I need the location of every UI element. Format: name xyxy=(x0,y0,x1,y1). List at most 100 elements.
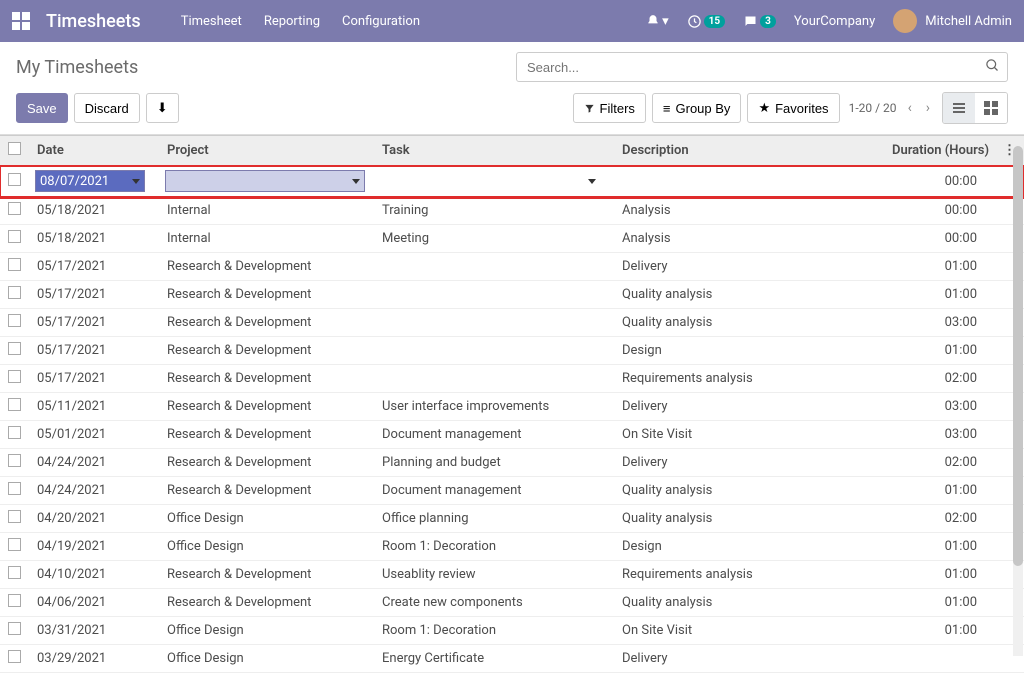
cell-date[interactable]: 05/17/2021 xyxy=(29,365,159,393)
cell-duration[interactable]: 00:00 xyxy=(835,225,995,253)
nav-reporting[interactable]: Reporting xyxy=(264,14,320,29)
cell-duration[interactable]: 01:00 xyxy=(835,561,995,589)
cell-description[interactable]: Requirements analysis xyxy=(614,561,835,589)
table-row[interactable]: 04/20/2021 Office Design Office planning… xyxy=(0,505,1024,533)
cell-description[interactable]: Quality analysis xyxy=(614,281,835,309)
cell-date[interactable]: 05/18/2021 xyxy=(29,225,159,253)
cell-duration[interactable]: 03:00 xyxy=(835,309,995,337)
cell-project[interactable]: Research & Development xyxy=(159,253,374,281)
favorites-button[interactable]: ★ Favorites xyxy=(747,93,839,123)
user-menu[interactable]: Mitchell Admin xyxy=(893,9,1012,33)
cell-project[interactable]: Office Design xyxy=(159,645,374,673)
apps-icon[interactable] xyxy=(12,12,30,30)
table-row[interactable]: 04/10/2021 Research & Development Useabl… xyxy=(0,561,1024,589)
cell-task[interactable]: Planning and budget xyxy=(374,449,614,477)
table-row[interactable]: 05/11/2021 Research & Development User i… xyxy=(0,393,1024,421)
cell-date[interactable]: 05/17/2021 xyxy=(29,281,159,309)
row-checkbox[interactable] xyxy=(8,230,21,243)
cell-description[interactable]: Requirements analysis xyxy=(614,365,835,393)
date-input[interactable]: 08/07/2021 xyxy=(35,170,145,192)
cell-duration[interactable]: 01:00 xyxy=(835,589,995,617)
project-input[interactable] xyxy=(165,170,365,192)
cell-description[interactable]: Design xyxy=(614,337,835,365)
cell-description[interactable]: Delivery xyxy=(614,449,835,477)
table-row[interactable]: 05/18/2021 Internal Training Analysis 00… xyxy=(0,197,1024,225)
cell-task[interactable]: Room 1: Decoration xyxy=(374,617,614,645)
description-input[interactable] xyxy=(614,166,835,197)
cell-description[interactable]: Design xyxy=(614,533,835,561)
row-checkbox[interactable] xyxy=(8,650,21,663)
table-row[interactable]: 04/24/2021 Research & Development Docume… xyxy=(0,477,1024,505)
cell-date[interactable]: 03/29/2021 xyxy=(29,645,159,673)
cell-description[interactable]: Quality analysis xyxy=(614,505,835,533)
discard-button[interactable]: Discard xyxy=(74,93,140,123)
cell-duration[interactable]: 03:00 xyxy=(835,421,995,449)
cell-task[interactable] xyxy=(374,337,614,365)
cell-date[interactable]: 04/20/2021 xyxy=(29,505,159,533)
pager-prev[interactable]: ‹ xyxy=(904,96,916,120)
cell-project[interactable]: Office Design xyxy=(159,505,374,533)
cell-duration[interactable] xyxy=(835,645,995,673)
row-checkbox[interactable] xyxy=(8,566,21,579)
table-row[interactable]: 03/31/2021 Office Design Room 1: Decorat… xyxy=(0,617,1024,645)
cell-duration[interactable]: 01:00 xyxy=(835,337,995,365)
cell-date[interactable]: 04/24/2021 xyxy=(29,449,159,477)
cell-description[interactable]: Delivery xyxy=(614,645,835,673)
filters-button[interactable]: Filters xyxy=(573,93,646,123)
cell-description[interactable]: Delivery xyxy=(614,393,835,421)
row-checkbox[interactable] xyxy=(8,482,21,495)
cell-duration[interactable]: 02:00 xyxy=(835,365,995,393)
save-button[interactable]: Save xyxy=(16,93,68,123)
scrollbar-thumb[interactable] xyxy=(1013,146,1023,566)
cell-project[interactable]: Research & Development xyxy=(159,561,374,589)
groupby-button[interactable]: ≡ Group By xyxy=(652,93,742,123)
download-button[interactable]: ⬇ xyxy=(146,93,179,123)
cell-duration[interactable]: 01:00 xyxy=(835,253,995,281)
cell-task[interactable]: Room 1: Decoration xyxy=(374,533,614,561)
table-row[interactable]: 05/17/2021 Research & Development Delive… xyxy=(0,253,1024,281)
cell-task[interactable]: Energy Certificate xyxy=(374,645,614,673)
cell-task[interactable]: Training xyxy=(374,197,614,225)
notifications-icon[interactable]: ▾ xyxy=(646,14,669,29)
cell-duration[interactable]: 01:00 xyxy=(835,533,995,561)
cell-project[interactable]: Research & Development xyxy=(159,365,374,393)
cell-task[interactable] xyxy=(374,253,614,281)
row-checkbox[interactable] xyxy=(8,286,21,299)
table-row[interactable]: 05/17/2021 Research & Development Design… xyxy=(0,337,1024,365)
cell-duration[interactable]: 03:00 xyxy=(835,393,995,421)
table-row[interactable]: 03/29/2021 Office Design Energy Certific… xyxy=(0,645,1024,673)
activity-icon[interactable]: 15 xyxy=(687,14,725,29)
row-checkbox[interactable] xyxy=(8,398,21,411)
col-description[interactable]: Description xyxy=(614,136,835,166)
cell-date[interactable]: 04/19/2021 xyxy=(29,533,159,561)
cell-project[interactable]: Research & Development xyxy=(159,337,374,365)
table-row[interactable]: 04/24/2021 Research & Development Planni… xyxy=(0,449,1024,477)
pager-next[interactable]: › xyxy=(922,96,934,120)
row-checkbox[interactable] xyxy=(8,510,21,523)
cell-duration[interactable]: 01:00 xyxy=(835,617,995,645)
cell-project[interactable]: Research & Development xyxy=(159,421,374,449)
cell-date[interactable]: 04/10/2021 xyxy=(29,561,159,589)
cell-task[interactable]: Useablity review xyxy=(374,561,614,589)
cell-description[interactable]: Quality analysis xyxy=(614,477,835,505)
cell-duration[interactable]: 02:00 xyxy=(835,449,995,477)
cell-description[interactable]: Analysis xyxy=(614,197,835,225)
col-project[interactable]: Project xyxy=(159,136,374,166)
col-task[interactable]: Task xyxy=(374,136,614,166)
cell-description[interactable]: Quality analysis xyxy=(614,309,835,337)
row-checkbox[interactable] xyxy=(8,342,21,355)
table-row[interactable]: 05/17/2021 Research & Development Requir… xyxy=(0,365,1024,393)
col-duration[interactable]: Duration (Hours) xyxy=(835,136,995,166)
nav-configuration[interactable]: Configuration xyxy=(342,14,420,29)
cell-date[interactable]: 04/24/2021 xyxy=(29,477,159,505)
row-checkbox[interactable] xyxy=(8,622,21,635)
cell-date[interactable]: 05/18/2021 xyxy=(29,197,159,225)
cell-project[interactable]: Research & Development xyxy=(159,449,374,477)
duration-input[interactable]: 00:00 xyxy=(835,166,995,197)
cell-date[interactable]: 05/11/2021 xyxy=(29,393,159,421)
row-checkbox[interactable] xyxy=(8,314,21,327)
cell-duration[interactable]: 00:00 xyxy=(835,197,995,225)
view-kanban[interactable] xyxy=(975,93,1007,123)
cell-task[interactable] xyxy=(374,365,614,393)
cell-project[interactable]: Research & Development xyxy=(159,393,374,421)
